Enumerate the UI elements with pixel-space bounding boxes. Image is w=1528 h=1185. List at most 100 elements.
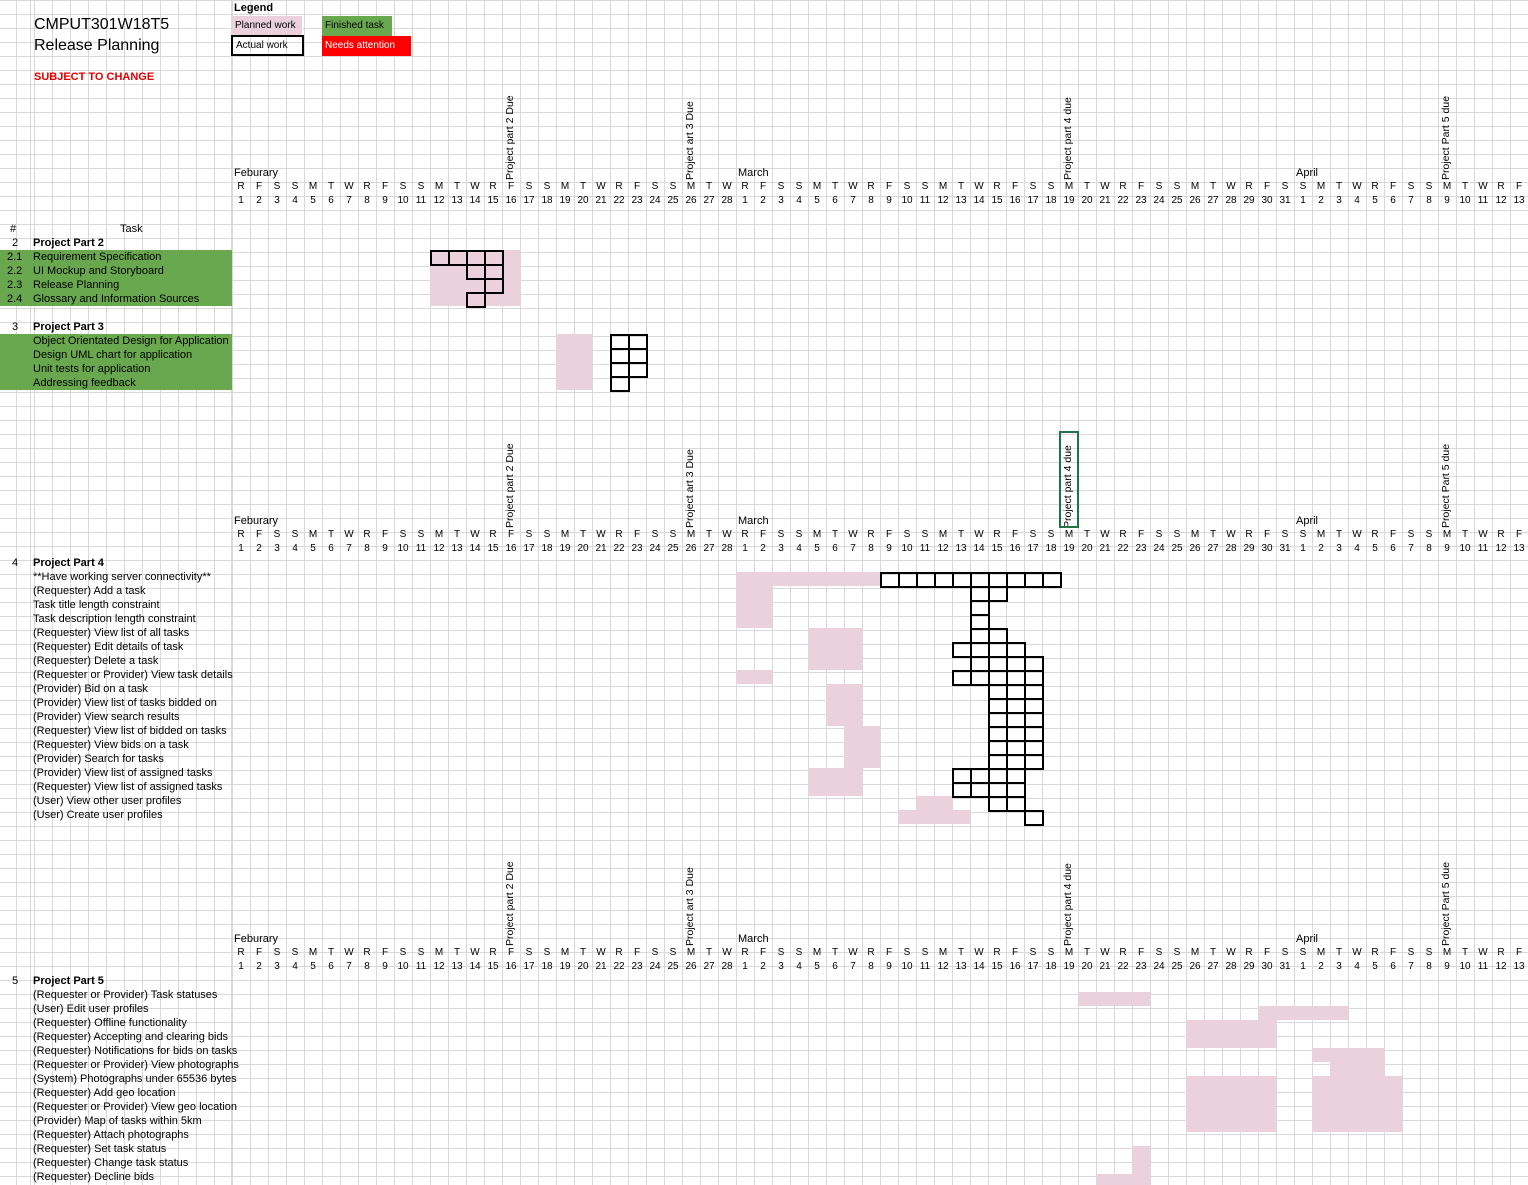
weekday-header: S [1047, 947, 1055, 958]
task-label[interactable]: Requirement Specification [33, 250, 161, 264]
day-header: 14 [973, 195, 985, 206]
day-header: 4 [1354, 195, 1360, 206]
milestone-label: Project part 4 due [1062, 863, 1074, 946]
day-header: 24 [1153, 961, 1165, 972]
task-label[interactable]: (Requester) Set task status [33, 1142, 166, 1156]
day-header: 4 [796, 961, 802, 972]
day-header: 16 [505, 195, 517, 206]
day-header: 3 [1336, 961, 1342, 972]
weekday-header: F [1011, 529, 1019, 540]
task-label[interactable]: (Requester) Decline bids [33, 1170, 154, 1184]
weekday-header: R [993, 947, 1001, 958]
task-label[interactable]: (Provider) Search for tasks [33, 752, 164, 766]
task-label[interactable]: Release Planning [33, 278, 119, 292]
task-label[interactable]: (Provider) Map of tasks within 5km [33, 1114, 202, 1128]
sheet-title: Release Planning [34, 37, 160, 54]
task-label[interactable]: (Provider) View search results [33, 710, 180, 724]
task-label[interactable]: (Provider) Bid on a task [33, 682, 148, 696]
day-header: 1 [1300, 543, 1306, 554]
day-header: 8 [868, 961, 874, 972]
task-label[interactable]: Task title length constraint [33, 598, 160, 612]
task-label[interactable]: (Requester or Provider) View task detail… [33, 668, 233, 682]
day-header: 7 [850, 543, 856, 554]
task-label[interactable]: (Requester) Accepting and clearing bids [33, 1030, 228, 1044]
weekday-header: S [543, 529, 551, 540]
weekday-header: M [560, 947, 570, 958]
planned-work-block [1312, 1076, 1402, 1132]
task-label[interactable]: Addressing feedback [33, 376, 136, 390]
milestone-label: Project art 3 Due [684, 867, 696, 946]
task-label[interactable]: (Requester) Change task status [33, 1156, 188, 1170]
planned-work-block [1078, 992, 1150, 1006]
task-number: 2.2 [7, 265, 23, 277]
task-label[interactable]: Glossary and Information Sources [33, 292, 199, 306]
day-header: 21 [595, 543, 607, 554]
task-label[interactable]: Task description length constraint [33, 612, 196, 626]
day-header: 8 [364, 543, 370, 554]
weekday-header: S [777, 947, 785, 958]
task-label[interactable]: (Provider) View list of tasks bidded on [33, 696, 217, 710]
actual-work-cell [1042, 572, 1062, 588]
weekday-header: T [1335, 181, 1343, 192]
day-header: 11 [415, 543, 427, 554]
day-header: 24 [1153, 543, 1165, 554]
weekday-header: M [560, 181, 570, 192]
weekday-header: F [1515, 181, 1523, 192]
day-header: 23 [631, 195, 643, 206]
weekday-header: T [1083, 529, 1091, 540]
task-label[interactable]: (Requester) View list of all tasks [33, 626, 189, 640]
planned-work-block [1312, 1048, 1384, 1062]
day-header: 31 [1279, 961, 1291, 972]
task-label[interactable]: (Provider) View list of assigned tasks [33, 766, 213, 780]
task-label[interactable]: (Requester) Attach photographs [33, 1128, 189, 1142]
month-label: April [1296, 933, 1319, 945]
weekday-header: T [1461, 529, 1469, 540]
weekday-header: W [596, 529, 606, 540]
weekday-header: T [1083, 181, 1091, 192]
weekday-header: W [344, 529, 354, 540]
task-label[interactable]: (User) View other user profiles [33, 794, 181, 808]
task-label[interactable]: (Requester or Provider) View geo locatio… [33, 1100, 237, 1114]
actual-work-cell [628, 362, 648, 378]
legend-finished: Finished task [322, 16, 392, 36]
weekday-header: T [579, 181, 587, 192]
day-header: 19 [1063, 543, 1075, 554]
task-label[interactable]: (Requester or Provider) View photographs [33, 1058, 239, 1072]
weekday-header: T [831, 529, 839, 540]
spreadsheet-grid[interactable]: CMPUT301W18T5 Release Planning SUBJECT T… [0, 0, 1528, 1185]
day-header: 25 [1171, 961, 1183, 972]
month-label: March [738, 515, 769, 527]
task-label[interactable]: (Requester) Notifications for bids on ta… [33, 1044, 237, 1058]
task-label[interactable]: (Requester) Delete a task [33, 654, 158, 668]
task-label[interactable]: (User) Create user profiles [33, 808, 163, 822]
task-label[interactable]: **Have working server connectivity** [33, 570, 211, 584]
weekday-header: S [1407, 181, 1415, 192]
day-header: 29 [1243, 543, 1255, 554]
task-label[interactable]: (Requester) View list of bidded on tasks [33, 724, 227, 738]
task-label[interactable]: (Requester) Offline functionality [33, 1016, 187, 1030]
weekday-header: R [1497, 181, 1505, 192]
actual-work-cell [1024, 810, 1044, 826]
task-label[interactable]: Design UML chart for application [33, 348, 192, 362]
task-label[interactable]: (User) Edit user profiles [33, 1002, 149, 1016]
task-label[interactable]: Object Orientated Design for Application [33, 334, 229, 348]
planned-work-block [844, 726, 880, 768]
task-label[interactable]: (Requester) Add geo location [33, 1086, 175, 1100]
task-label[interactable]: (System) Photographs under 65536 bytes [33, 1072, 237, 1086]
task-label[interactable]: Unit tests for application [33, 362, 150, 376]
task-label[interactable]: UI Mockup and Storyboard [33, 264, 164, 278]
day-header: 25 [667, 543, 679, 554]
task-label[interactable]: (Requester or Provider) Task statuses [33, 988, 217, 1002]
selected-cell[interactable] [1059, 431, 1079, 528]
task-label[interactable]: (Requester) Add a task [33, 584, 146, 598]
weekday-header: M [1442, 181, 1452, 192]
day-header: 11 [415, 961, 427, 972]
day-header: 9 [382, 961, 388, 972]
task-label[interactable]: (Requester) Edit details of task [33, 640, 183, 654]
day-header: 17 [523, 961, 535, 972]
actual-work-cell [610, 376, 630, 392]
actual-work-cell [466, 264, 486, 280]
task-label[interactable]: (Requester) View bids on a task [33, 738, 189, 752]
weekday-header: T [705, 181, 713, 192]
task-label[interactable]: (Requester) View list of assigned tasks [33, 780, 222, 794]
